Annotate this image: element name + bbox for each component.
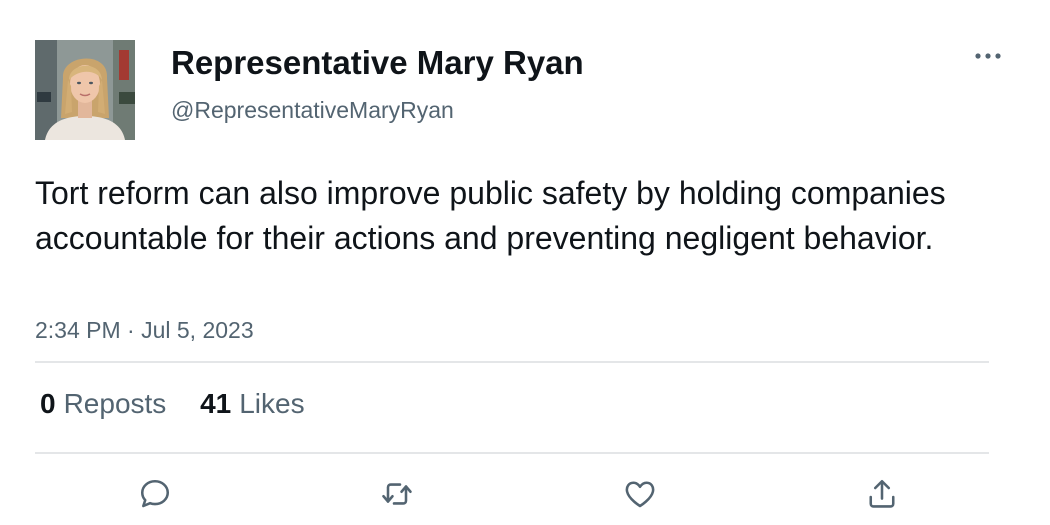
author-display-name[interactable]: Representative Mary Ryan [171, 42, 584, 84]
share-upload-icon [869, 479, 895, 508]
more-horizontal-icon [975, 53, 1001, 59]
reply-button[interactable] [133, 474, 177, 514]
divider [35, 452, 989, 454]
likes-label: Likes [239, 388, 305, 419]
tweet-timestamp[interactable]: 2:34 PM · Jul 5, 2023 [35, 315, 254, 345]
engagement-stats: 0 Reposts 41 Likes [40, 386, 331, 422]
more-options-button[interactable] [966, 42, 1010, 70]
reply-bubble-icon [140, 479, 170, 508]
reposts-count: 0 [40, 388, 56, 419]
avatar-image [35, 40, 135, 140]
heart-icon [625, 481, 655, 508]
repost-button[interactable] [375, 474, 419, 514]
likes-stat[interactable]: 41 Likes [200, 386, 305, 422]
like-button[interactable] [618, 474, 662, 514]
tweet-text: Tort reform can also improve public safe… [35, 175, 946, 256]
share-button[interactable] [860, 474, 904, 514]
avatar[interactable] [35, 40, 135, 140]
repost-arrows-icon [382, 483, 412, 505]
reposts-label: Reposts [63, 388, 167, 419]
reposts-stat[interactable]: 0 Reposts [40, 386, 166, 422]
divider [35, 361, 989, 363]
likes-count: 41 [200, 388, 232, 419]
author-handle[interactable]: @RepresentativeMaryRyan [171, 95, 454, 125]
